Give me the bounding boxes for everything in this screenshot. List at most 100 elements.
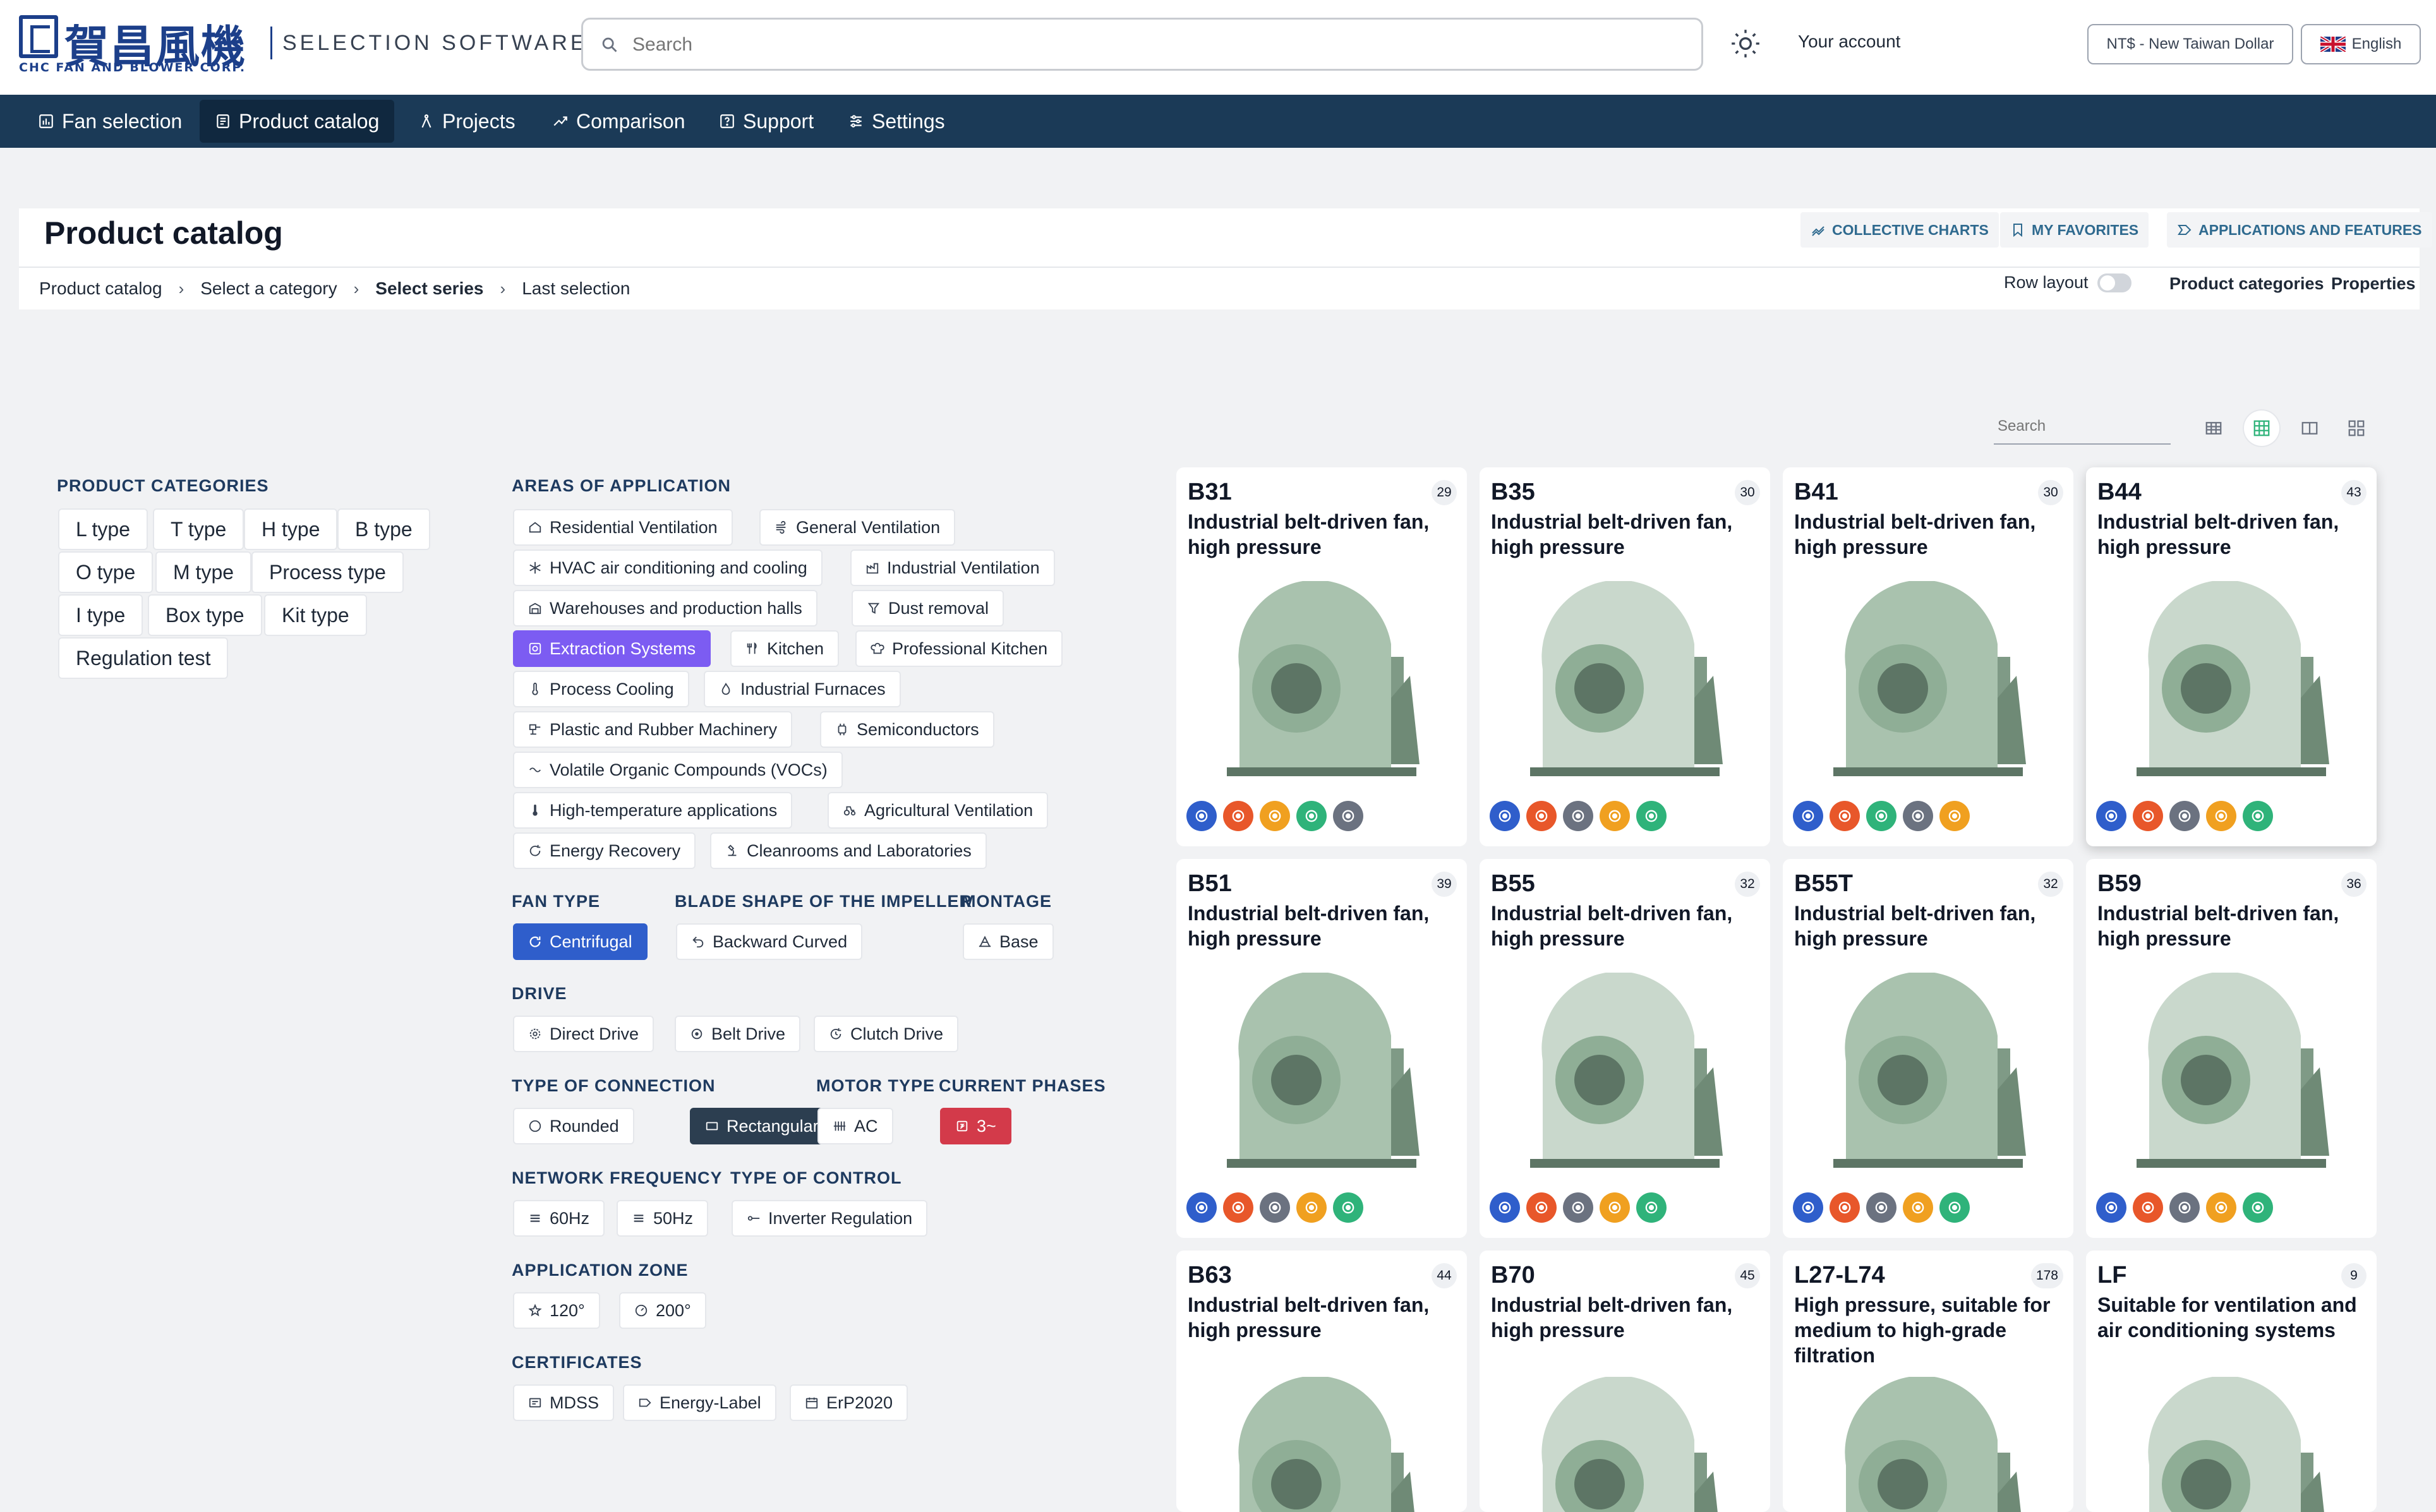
currency-button[interactable]: NT$ - New Taiwan Dollar xyxy=(2087,24,2293,64)
fan-type-chip-selected[interactable]: Centrifugal xyxy=(513,923,648,960)
product-card[interactable]: LF 9 Suitable for ventilation and air cond… xyxy=(2086,1251,2377,1512)
product-card[interactable]: B44 43 Industrial belt-driven fan, high pr… xyxy=(2086,467,2377,846)
category-chip[interactable]: Box type xyxy=(148,594,262,636)
drive-chip[interactable]: Direct Drive xyxy=(513,1016,654,1052)
product-card[interactable]: B31 29 Industrial belt-driven fan, high pr… xyxy=(1176,467,1467,846)
product-card[interactable]: B41 30 Industrial belt-driven fan, high pr… xyxy=(1783,467,2073,846)
green-eco-icon xyxy=(1866,801,1896,831)
product-card[interactable]: B63 44 Industrial belt-driven fan, high pr… xyxy=(1176,1251,1467,1512)
area-chip-selected[interactable]: Extraction Systems xyxy=(513,630,711,667)
category-chip[interactable]: O type xyxy=(58,551,154,593)
product-card[interactable]: B55 32 Industrial belt-driven fan, high pr… xyxy=(1480,859,1770,1238)
grey-dust-icon xyxy=(2169,1192,2200,1223)
product-card[interactable]: B55T 32 Industrial belt-driven fan, high p… xyxy=(1783,859,2073,1238)
frequency-heading: NETWORK FREQUENCY xyxy=(512,1168,723,1187)
orange-motor-icon xyxy=(1830,801,1860,831)
product-card[interactable]: B51 39 Industrial belt-driven fan, high pr… xyxy=(1176,859,1467,1238)
language-button[interactable]: English xyxy=(2301,24,2421,64)
theme-toggle-sun-icon[interactable] xyxy=(1730,28,1761,59)
area-chip[interactable]: Industrial Ventilation xyxy=(850,549,1055,586)
breadcrumb-item-current[interactable]: Select series xyxy=(375,279,483,299)
motor-chip[interactable]: AC xyxy=(817,1108,893,1144)
table-view-icon[interactable] xyxy=(2196,411,2231,446)
product-card[interactable]: L27-L74 178 High pressure, suitable for me… xyxy=(1783,1251,2073,1512)
nav-support[interactable]: Support xyxy=(704,100,829,143)
control-chip[interactable]: Inverter Regulation xyxy=(732,1200,928,1237)
category-chip[interactable]: M type xyxy=(155,551,252,593)
category-chip[interactable]: Regulation test xyxy=(58,637,229,679)
columns-view-icon[interactable] xyxy=(2292,411,2327,446)
company-logo[interactable]: 賀昌風機 CHC FAN AND BLOWER CORP. xyxy=(19,15,253,75)
area-chip[interactable]: Dust removal xyxy=(852,590,1004,627)
connection-chip[interactable]: Rounded xyxy=(513,1108,634,1144)
global-search[interactable] xyxy=(581,18,1703,71)
area-chip[interactable]: Semiconductors xyxy=(820,711,994,748)
factory-icon xyxy=(866,563,879,574)
certificate-chip[interactable]: ErP2020 xyxy=(790,1384,908,1421)
area-chip[interactable]: Process Cooling xyxy=(513,671,689,707)
area-chip[interactable]: High-temperature applications xyxy=(513,792,793,829)
area-chip[interactable]: Cleanrooms and Laboratories xyxy=(710,832,987,869)
global-search-input[interactable] xyxy=(632,30,1643,60)
nav-fan-selection[interactable]: Fan selection xyxy=(23,100,197,143)
fan-product-image xyxy=(1202,971,1442,1181)
breadcrumb-item[interactable]: Last selection xyxy=(522,279,630,299)
zone-chip[interactable]: 120° xyxy=(513,1292,600,1329)
nav-projects[interactable]: Projects xyxy=(403,100,531,143)
drive-chip[interactable]: Clutch Drive xyxy=(814,1016,959,1052)
frequency-chip[interactable]: 60Hz xyxy=(513,1200,605,1237)
frequency-chip[interactable]: 50Hz xyxy=(617,1200,709,1237)
product-card[interactable]: B35 30 Industrial belt-driven fan, high pr… xyxy=(1480,467,1770,846)
area-chip[interactable]: Volatile Organic Compounds (VOCs) xyxy=(513,752,843,788)
tiles-view-icon[interactable] xyxy=(2339,411,2374,446)
product-card[interactable]: B59 36 Industrial belt-driven fan, high pr… xyxy=(2086,859,2377,1238)
category-chip[interactable]: I type xyxy=(58,594,143,636)
properties-link[interactable]: Properties xyxy=(2331,274,2416,294)
breadcrumb-item[interactable]: Product catalog xyxy=(39,279,162,299)
blade-chip[interactable]: Backward Curved xyxy=(676,923,863,960)
category-chip[interactable]: B type xyxy=(337,508,430,550)
connection-chip-selected[interactable]: Rectangular xyxy=(690,1108,834,1144)
zone-chip[interactable]: 200° xyxy=(619,1292,706,1329)
grid-view-icon[interactable] xyxy=(2244,411,2279,446)
area-chip[interactable]: Agricultural Ventilation xyxy=(828,792,1049,829)
area-chip[interactable]: Plastic and Rubber Machinery xyxy=(513,711,793,748)
montage-chip[interactable]: Base xyxy=(963,923,1054,960)
applications-features-button[interactable]: APPLICATIONS AND FEATURES xyxy=(2167,212,2432,248)
category-chip[interactable]: T type xyxy=(153,508,244,550)
high-temperature-icon xyxy=(533,804,538,816)
certificate-chip[interactable]: Energy-Label xyxy=(623,1384,776,1421)
phase-chip-selected[interactable]: 3~ xyxy=(940,1108,1011,1144)
area-chip[interactable]: Energy Recovery xyxy=(513,832,696,869)
area-chip[interactable]: HVAC air conditioning and cooling xyxy=(513,549,823,586)
category-chip[interactable]: Process type xyxy=(251,551,404,593)
row-layout-toggle[interactable] xyxy=(2097,273,2132,292)
nav-settings[interactable]: Settings xyxy=(833,100,960,143)
my-favorites-button[interactable]: MY FAVORITES xyxy=(2000,212,2149,248)
orange-motor-icon xyxy=(1223,801,1253,831)
breadcrumb-item[interactable]: Select a category xyxy=(200,279,337,299)
category-chip[interactable]: H type xyxy=(244,508,338,550)
area-chip[interactable]: Industrial Furnaces xyxy=(704,671,901,707)
collective-charts-button[interactable]: COLLECTIVE CHARTS xyxy=(1800,212,1999,248)
product-categories-link[interactable]: Product categories xyxy=(2169,274,2324,294)
nav-comparison[interactable]: Comparison xyxy=(537,100,701,143)
certificate-chip[interactable]: MDSS xyxy=(513,1384,615,1421)
category-chip[interactable]: Kit type xyxy=(264,594,367,636)
area-chip[interactable]: General Ventilation xyxy=(759,509,956,546)
area-chip[interactable]: Warehouses and production halls xyxy=(513,590,817,627)
drive-chip[interactable]: Belt Drive xyxy=(675,1016,801,1052)
area-chip[interactable]: Residential Ventilation xyxy=(513,509,733,546)
feature-badges xyxy=(1793,1192,1970,1223)
product-card[interactable]: B70 45 Industrial belt-driven fan, high pr… xyxy=(1480,1251,1770,1512)
account-link[interactable]: Your account xyxy=(1798,32,1900,52)
nav-label: Comparison xyxy=(576,109,685,133)
catalog-search-input[interactable] xyxy=(1994,409,2171,445)
nav-product-catalog[interactable]: Product catalog xyxy=(200,100,395,143)
area-chip[interactable]: Kitchen xyxy=(730,630,840,667)
chip-icon xyxy=(838,723,847,736)
category-chip[interactable]: L type xyxy=(58,508,148,550)
area-chip[interactable]: Professional Kitchen xyxy=(855,630,1063,667)
product-description: High pressure, suitable for medium to hi… xyxy=(1794,1293,2051,1367)
chip-label: Belt Drive xyxy=(711,1024,786,1043)
